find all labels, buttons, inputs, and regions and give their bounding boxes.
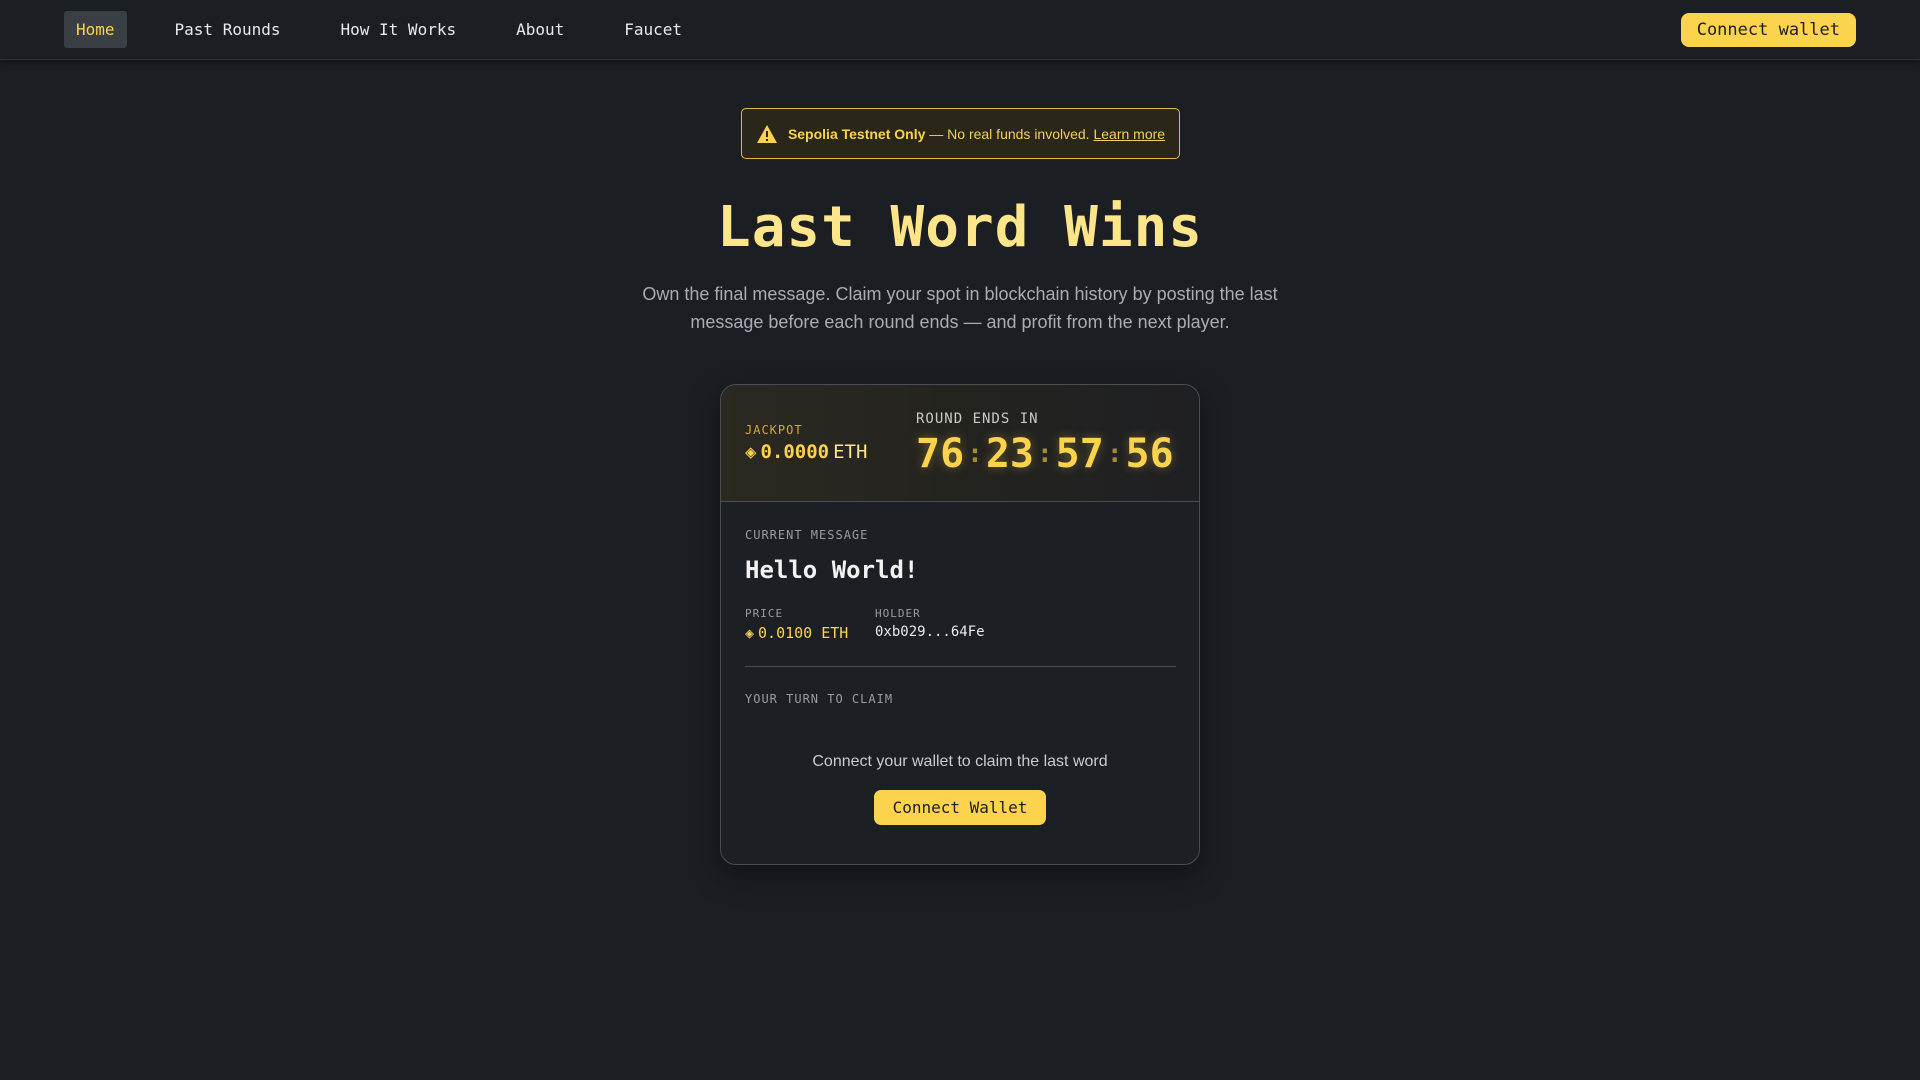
countdown-separator: : — [1106, 439, 1123, 469]
banner-detail: — No real funds involved. — [925, 125, 1094, 142]
countdown-separator: : — [1037, 439, 1053, 469]
testnet-banner: Sepolia Testnet Only — No real funds inv… — [741, 108, 1180, 159]
price-amount: 0.0100 ETH — [758, 624, 849, 642]
current-message-label: CURRENT MESSAGE — [745, 528, 869, 542]
divider — [745, 666, 1176, 667]
claim-label: YOUR TURN TO CLAIM — [745, 692, 894, 706]
nav-link-home[interactable]: Home — [64, 11, 127, 48]
nav-link-about[interactable]: About — [504, 11, 576, 48]
connect-wallet-nav-button[interactable]: Connect wallet — [1680, 13, 1856, 47]
countdown-hours: 23 — [985, 431, 1034, 477]
card-header: JACKPOT ◈ 0.0000 ETH ROUND ENDS IN 76 : … — [721, 385, 1199, 502]
claim-prompt: Connect your wallet to claim the last wo… — [812, 753, 1108, 770]
banner-strong: Sepolia Testnet Only — [787, 125, 926, 142]
jackpot-amount: 0.0000 — [760, 441, 830, 463]
nav-link-faucet[interactable]: Faucet — [612, 11, 694, 48]
nav-link-how-it-works[interactable]: How It Works — [329, 11, 469, 48]
page-subtitle: Own the final message. Claim your spot i… — [642, 284, 1278, 332]
learn-more-link[interactable]: Learn more — [1093, 126, 1165, 142]
countdown-label: ROUND ENDS IN — [916, 411, 1039, 427]
jackpot-value: ◈ 0.0000 ETH — [745, 441, 867, 463]
jackpot-label: JACKPOT — [745, 423, 803, 437]
nav-link-past-rounds[interactable]: Past Rounds — [163, 11, 293, 48]
holder-address: 0xb029...64Fe — [875, 624, 985, 640]
price-label: PRICE — [745, 607, 784, 620]
price-value: ◈ 0.0100 ETH — [745, 624, 848, 642]
countdown-seconds: 56 — [1125, 431, 1174, 477]
round-card: JACKPOT ◈ 0.0000 ETH ROUND ENDS IN 76 : … — [720, 384, 1200, 865]
countdown-separator: : — [967, 439, 983, 469]
jackpot-unit: ETH — [833, 441, 868, 463]
nav-links: Home Past Rounds How It Works About Fauc… — [64, 11, 718, 48]
page-title: Last Word Wins — [716, 195, 1203, 260]
holder-label: HOLDER — [875, 607, 921, 620]
banner-text: Sepolia Testnet Only — No real funds inv… — [788, 126, 1165, 142]
countdown-days: 76 — [916, 431, 965, 477]
eth-diamond-icon: ◈ — [745, 441, 757, 463]
connect-wallet-button[interactable]: Connect Wallet — [874, 790, 1046, 825]
countdown-minutes: 57 — [1055, 431, 1104, 477]
eth-diamond-icon: ◈ — [745, 624, 755, 642]
countdown-timer: 76 : 23 : 57 : 56 — [916, 431, 1174, 477]
current-message: Hello World! — [745, 556, 919, 584]
warning-triangle-icon — [756, 124, 778, 144]
top-nav: Home Past Rounds How It Works About Fauc… — [0, 0, 1920, 60]
